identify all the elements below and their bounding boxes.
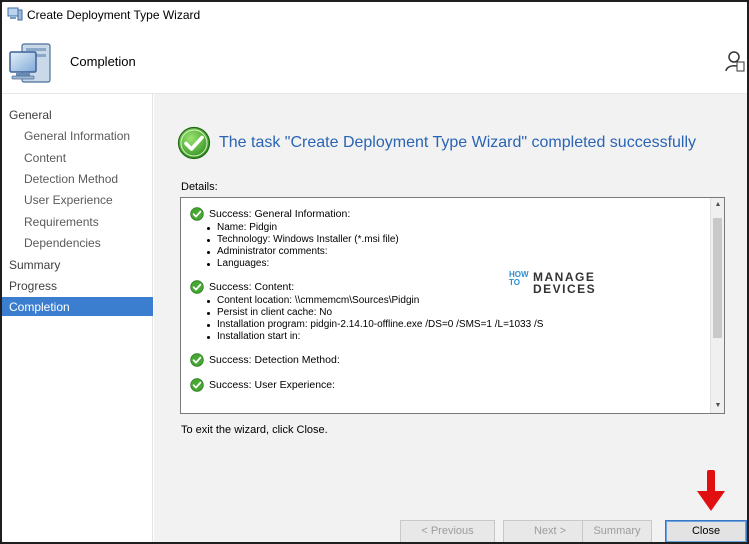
red-arrow-down-icon: [697, 470, 725, 511]
details-scrollbar[interactable]: ▲ ▼: [710, 198, 724, 413]
section-title: Success: Content:: [209, 281, 295, 293]
detail-item: Name: Pidgin: [207, 222, 700, 234]
user-icon[interactable]: [725, 50, 745, 72]
details-label: Details:: [181, 181, 218, 193]
nav-item-user-experience: User Experience: [24, 193, 113, 207]
scroll-thumb[interactable]: [713, 218, 722, 338]
success-check-icon: [190, 378, 204, 392]
details-content: Success: General Information: Name: Pidg…: [190, 206, 700, 402]
success-check-icon: [190, 207, 204, 221]
section-title: Success: Detection Method:: [209, 354, 340, 366]
details-section: Success: User Experience:: [190, 377, 700, 393]
main-panel: The task "Create Deployment Type Wizard"…: [154, 94, 747, 516]
detail-item: Installation program: pidgin-2.14.10-off…: [207, 319, 700, 331]
section-title: Success: General Information:: [209, 208, 351, 220]
nav-item-general: General: [9, 108, 52, 122]
nav-item-requirements: Requirements: [24, 215, 99, 229]
nav-item-completion: Completion: [2, 297, 153, 316]
title-bar: Create Deployment Type Wizard: [2, 2, 747, 28]
nav-item-progress: Progress: [9, 279, 58, 293]
watermark-how-to: HOW TO: [509, 270, 529, 287]
success-check-icon: [177, 126, 211, 160]
previous-button[interactable]: < Previous: [400, 520, 495, 542]
watermark-brand: MANAGE DEVICES: [533, 271, 596, 295]
window-title: Create Deployment Type Wizard: [27, 8, 201, 22]
wizard-app-icon: [7, 7, 23, 21]
detail-item: Languages:: [207, 258, 700, 270]
detail-item: Technology: Windows Installer (*.msi fil…: [207, 234, 700, 246]
close-button[interactable]: Close: [665, 520, 747, 542]
detail-item: Administrator comments:: [207, 246, 700, 258]
wizard-step-nav: General General Information Content Dete…: [2, 94, 153, 542]
wizard-footer: < Previous Next > Summary Close: [154, 516, 747, 542]
details-textbox[interactable]: Success: General Information: Name: Pidg…: [180, 197, 725, 414]
details-section: Success: Content: Content location: \\cm…: [190, 279, 700, 343]
nav-item-general-information: General Information: [24, 129, 131, 143]
nav-item-content: Content: [24, 151, 67, 165]
scroll-up-arrow-icon[interactable]: ▲: [711, 198, 724, 212]
nav-item-detection-method: Detection Method: [24, 172, 119, 186]
summary-button[interactable]: Summary: [582, 520, 652, 542]
completion-headline: The task "Create Deployment Type Wizard"…: [219, 134, 697, 151]
wizard-header: Completion: [2, 28, 747, 94]
success-check-icon: [190, 353, 204, 367]
page-title: Completion: [70, 54, 136, 69]
nav-item-summary: Summary: [9, 258, 61, 272]
scroll-down-arrow-icon[interactable]: ▼: [711, 399, 724, 413]
watermark-line-2: DEVICES: [533, 282, 597, 296]
computer-icon: [9, 43, 51, 83]
section-title: Success: User Experience:: [209, 379, 336, 391]
exit-instructions: To exit the wizard, click Close.: [181, 424, 328, 436]
detail-item: Content location: \\cmmemcm\Sources\Pidg…: [207, 295, 700, 307]
nav-item-dependencies: Dependencies: [24, 236, 101, 250]
details-section: Success: General Information: Name: Pidg…: [190, 206, 700, 270]
detail-item: Installation start in:: [207, 331, 700, 343]
wizard-window: Create Deployment Type Wizard Completion: [0, 0, 749, 544]
success-check-icon: [190, 280, 204, 294]
detail-item: Persist in client cache: No: [207, 307, 700, 319]
details-section: Success: Detection Method:: [190, 352, 700, 368]
